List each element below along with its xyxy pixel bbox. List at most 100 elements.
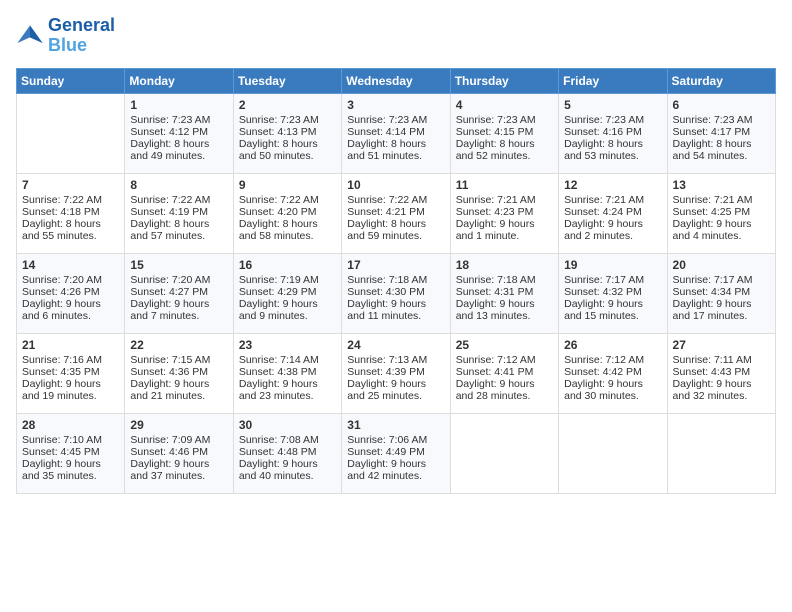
sunrise-text: Sunrise: 7:23 AM [673, 114, 770, 126]
sunset-text: Sunset: 4:15 PM [456, 126, 553, 138]
sunrise-text: Sunrise: 7:18 AM [347, 274, 444, 286]
calendar-cell: 3Sunrise: 7:23 AMSunset: 4:14 PMDaylight… [342, 93, 450, 173]
calendar-cell: 26Sunrise: 7:12 AMSunset: 4:42 PMDayligh… [559, 333, 667, 413]
sunset-text: Sunset: 4:16 PM [564, 126, 661, 138]
sunset-text: Sunset: 4:30 PM [347, 286, 444, 298]
daylight-text: Daylight: 9 hours and 37 minutes. [130, 458, 227, 482]
daylight-text: Daylight: 9 hours and 42 minutes. [347, 458, 444, 482]
calendar-cell: 25Sunrise: 7:12 AMSunset: 4:41 PMDayligh… [450, 333, 558, 413]
daylight-text: Daylight: 9 hours and 19 minutes. [22, 378, 119, 402]
calendar-cell: 31Sunrise: 7:06 AMSunset: 4:49 PMDayligh… [342, 413, 450, 493]
sunset-text: Sunset: 4:43 PM [673, 366, 770, 378]
day-number: 24 [347, 338, 444, 352]
calendar-cell: 17Sunrise: 7:18 AMSunset: 4:30 PMDayligh… [342, 253, 450, 333]
calendar-cell [667, 413, 775, 493]
calendar-cell: 4Sunrise: 7:23 AMSunset: 4:15 PMDaylight… [450, 93, 558, 173]
daylight-text: Daylight: 9 hours and 35 minutes. [22, 458, 119, 482]
day-number: 13 [673, 178, 770, 192]
day-number: 23 [239, 338, 336, 352]
daylight-text: Daylight: 9 hours and 1 minute. [456, 218, 553, 242]
calendar-cell: 28Sunrise: 7:10 AMSunset: 4:45 PMDayligh… [17, 413, 125, 493]
sunset-text: Sunset: 4:35 PM [22, 366, 119, 378]
calendar-cell: 14Sunrise: 7:20 AMSunset: 4:26 PMDayligh… [17, 253, 125, 333]
daylight-text: Daylight: 9 hours and 11 minutes. [347, 298, 444, 322]
calendar-cell: 11Sunrise: 7:21 AMSunset: 4:23 PMDayligh… [450, 173, 558, 253]
calendar-cell: 23Sunrise: 7:14 AMSunset: 4:38 PMDayligh… [233, 333, 341, 413]
daylight-text: Daylight: 9 hours and 6 minutes. [22, 298, 119, 322]
day-number: 29 [130, 418, 227, 432]
sunrise-text: Sunrise: 7:23 AM [239, 114, 336, 126]
sunset-text: Sunset: 4:45 PM [22, 446, 119, 458]
col-header-saturday: Saturday [667, 68, 775, 93]
day-number: 27 [673, 338, 770, 352]
day-number: 14 [22, 258, 119, 272]
sunset-text: Sunset: 4:42 PM [564, 366, 661, 378]
col-header-tuesday: Tuesday [233, 68, 341, 93]
calendar-cell: 27Sunrise: 7:11 AMSunset: 4:43 PMDayligh… [667, 333, 775, 413]
calendar-cell: 7Sunrise: 7:22 AMSunset: 4:18 PMDaylight… [17, 173, 125, 253]
daylight-text: Daylight: 8 hours and 52 minutes. [456, 138, 553, 162]
day-number: 28 [22, 418, 119, 432]
sunrise-text: Sunrise: 7:21 AM [564, 194, 661, 206]
calendar-cell [450, 413, 558, 493]
daylight-text: Daylight: 9 hours and 21 minutes. [130, 378, 227, 402]
sunrise-text: Sunrise: 7:17 AM [673, 274, 770, 286]
daylight-text: Daylight: 9 hours and 9 minutes. [239, 298, 336, 322]
daylight-text: Daylight: 8 hours and 59 minutes. [347, 218, 444, 242]
day-number: 19 [564, 258, 661, 272]
daylight-text: Daylight: 9 hours and 7 minutes. [130, 298, 227, 322]
sunrise-text: Sunrise: 7:21 AM [456, 194, 553, 206]
daylight-text: Daylight: 8 hours and 54 minutes. [673, 138, 770, 162]
calendar-cell: 9Sunrise: 7:22 AMSunset: 4:20 PMDaylight… [233, 173, 341, 253]
col-header-sunday: Sunday [17, 68, 125, 93]
daylight-text: Daylight: 8 hours and 55 minutes. [22, 218, 119, 242]
sunrise-text: Sunrise: 7:11 AM [673, 354, 770, 366]
daylight-text: Daylight: 9 hours and 40 minutes. [239, 458, 336, 482]
col-header-friday: Friday [559, 68, 667, 93]
sunrise-text: Sunrise: 7:13 AM [347, 354, 444, 366]
logo: General Blue [16, 16, 115, 56]
sunset-text: Sunset: 4:46 PM [130, 446, 227, 458]
sunset-text: Sunset: 4:32 PM [564, 286, 661, 298]
calendar-cell: 16Sunrise: 7:19 AMSunset: 4:29 PMDayligh… [233, 253, 341, 333]
day-number: 15 [130, 258, 227, 272]
daylight-text: Daylight: 8 hours and 50 minutes. [239, 138, 336, 162]
calendar-cell: 2Sunrise: 7:23 AMSunset: 4:13 PMDaylight… [233, 93, 341, 173]
daylight-text: Daylight: 9 hours and 30 minutes. [564, 378, 661, 402]
sunset-text: Sunset: 4:21 PM [347, 206, 444, 218]
day-number: 16 [239, 258, 336, 272]
calendar-cell: 18Sunrise: 7:18 AMSunset: 4:31 PMDayligh… [450, 253, 558, 333]
sunset-text: Sunset: 4:29 PM [239, 286, 336, 298]
sunrise-text: Sunrise: 7:16 AM [22, 354, 119, 366]
daylight-text: Daylight: 9 hours and 28 minutes. [456, 378, 553, 402]
sunrise-text: Sunrise: 7:18 AM [456, 274, 553, 286]
daylight-text: Daylight: 9 hours and 13 minutes. [456, 298, 553, 322]
day-number: 30 [239, 418, 336, 432]
day-number: 7 [22, 178, 119, 192]
calendar-cell: 24Sunrise: 7:13 AMSunset: 4:39 PMDayligh… [342, 333, 450, 413]
sunrise-text: Sunrise: 7:22 AM [130, 194, 227, 206]
daylight-text: Daylight: 8 hours and 58 minutes. [239, 218, 336, 242]
calendar-cell: 10Sunrise: 7:22 AMSunset: 4:21 PMDayligh… [342, 173, 450, 253]
day-number: 12 [564, 178, 661, 192]
calendar-cell: 22Sunrise: 7:15 AMSunset: 4:36 PMDayligh… [125, 333, 233, 413]
day-number: 18 [456, 258, 553, 272]
day-number: 11 [456, 178, 553, 192]
calendar-cell: 6Sunrise: 7:23 AMSunset: 4:17 PMDaylight… [667, 93, 775, 173]
sunset-text: Sunset: 4:26 PM [22, 286, 119, 298]
col-header-monday: Monday [125, 68, 233, 93]
day-number: 25 [456, 338, 553, 352]
sunrise-text: Sunrise: 7:23 AM [564, 114, 661, 126]
daylight-text: Daylight: 9 hours and 4 minutes. [673, 218, 770, 242]
sunset-text: Sunset: 4:20 PM [239, 206, 336, 218]
day-number: 4 [456, 98, 553, 112]
day-number: 31 [347, 418, 444, 432]
day-number: 1 [130, 98, 227, 112]
calendar-cell: 5Sunrise: 7:23 AMSunset: 4:16 PMDaylight… [559, 93, 667, 173]
day-number: 22 [130, 338, 227, 352]
day-number: 3 [347, 98, 444, 112]
calendar-cell: 13Sunrise: 7:21 AMSunset: 4:25 PMDayligh… [667, 173, 775, 253]
sunset-text: Sunset: 4:25 PM [673, 206, 770, 218]
calendar-cell: 12Sunrise: 7:21 AMSunset: 4:24 PMDayligh… [559, 173, 667, 253]
daylight-text: Daylight: 8 hours and 53 minutes. [564, 138, 661, 162]
